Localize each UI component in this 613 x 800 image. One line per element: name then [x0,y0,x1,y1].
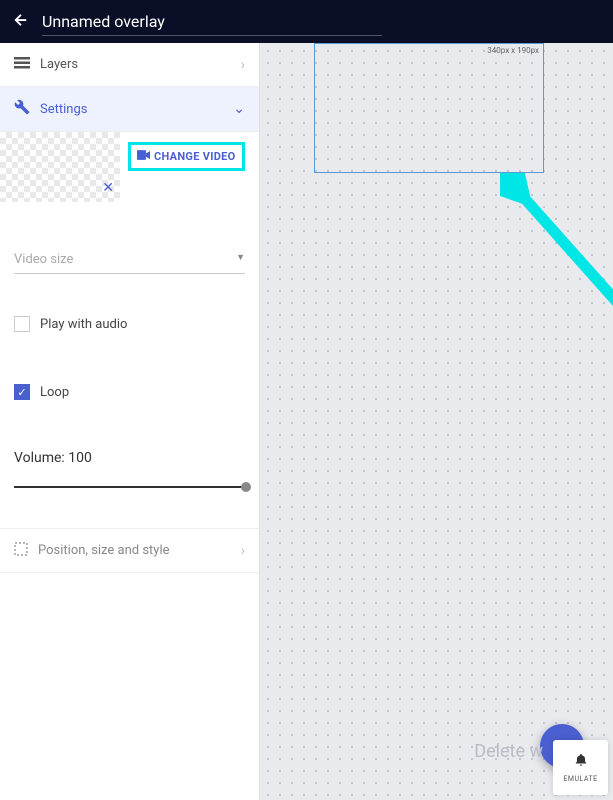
play-audio-label: Play with audio [40,317,127,332]
camera-icon [137,150,150,163]
emulate-button[interactable]: EMULATE [553,740,608,795]
video-size-label: Video size [14,252,73,267]
bounding-box-icon [14,541,28,560]
settings-sidebar: Layers › Settings ⌄ ✕ CHANGE VIDEO [0,43,260,800]
volume-label: Volume: 100 [14,450,245,466]
chevron-right-icon: › [241,543,245,559]
dropdown-triangle-icon: ▼ [236,252,245,267]
loop-label: Loop [40,385,69,400]
settings-body: Video size ▼ Play with audio ✓ Loop Volu… [0,202,259,502]
emulate-label: EMULATE [563,775,597,783]
bell-icon [574,752,588,772]
dimension-label: 340px x 190px [487,46,539,55]
settings-label: Settings [40,102,233,117]
remove-video-icon[interactable]: ✕ [102,180,114,196]
settings-panel-toggle[interactable]: Settings ⌄ [0,87,259,132]
chevron-down-icon: ⌄ [233,101,245,117]
play-audio-row: Play with audio [14,316,245,332]
wrench-icon [14,99,30,119]
video-size-dropdown[interactable]: Video size ▼ [14,246,245,274]
play-audio-checkbox[interactable] [14,316,30,332]
chevron-right-icon: › [241,57,245,73]
layers-label: Layers [40,57,241,72]
overlay-element[interactable]: 340px x 190px [314,43,544,173]
change-video-label: CHANGE VIDEO [154,150,236,163]
layers-panel-toggle[interactable]: Layers › [0,43,259,87]
design-canvas[interactable]: 340px x 190px + Delete w EMULATE [260,43,613,800]
app-header [0,0,613,43]
video-preview-row: ✕ CHANGE VIDEO [0,132,259,202]
back-arrow-icon[interactable] [12,11,30,33]
volume-slider[interactable] [14,486,246,488]
video-thumbnail[interactable]: ✕ [0,132,120,202]
loop-checkbox[interactable]: ✓ [14,384,30,400]
position-style-label: Position, size and style [38,543,241,558]
overlay-title-input[interactable] [42,8,382,36]
layers-icon [14,55,30,74]
change-video-button[interactable]: CHANGE VIDEO [128,142,245,171]
delete-widget-button[interactable]: Delete w [474,741,543,762]
volume-slider-thumb[interactable] [241,482,251,492]
position-style-panel-toggle[interactable]: Position, size and style › [0,528,259,573]
loop-row: ✓ Loop [14,384,245,400]
